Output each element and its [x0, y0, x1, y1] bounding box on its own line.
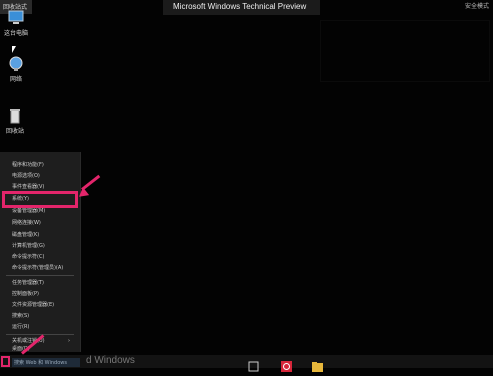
menu-item-command-prompt-admin[interactable]: 命令提示符(管理员)(A) — [12, 265, 63, 272]
network-desktop-icon[interactable]: 网络 — [0, 56, 33, 83]
recycle-bin-label: 回收站 — [5, 128, 24, 135]
recycle-bin-desktop-icon[interactable]: 回收站 — [0, 108, 32, 135]
menu-item-task-manager[interactable]: 任务管理器(T) — [12, 280, 44, 287]
menu-item-disk-management[interactable]: 磁盘管理(K) — [12, 232, 39, 239]
menu-item-run[interactable]: 运行(R) — [12, 324, 29, 331]
menu-item-file-explorer[interactable]: 文件资源管理器(E) — [12, 302, 54, 309]
window-ghost — [320, 20, 490, 82]
app-icon[interactable] — [281, 357, 292, 372]
mouse-cursor-icon — [12, 46, 16, 53]
menu-item-device-manager[interactable]: 设备管理器(M) — [12, 208, 45, 215]
network-icon — [7, 56, 25, 72]
task-view-icon[interactable] — [248, 357, 259, 372]
file-explorer-icon[interactable] — [312, 357, 323, 372]
window-title: Microsoft Windows Technical Preview — [173, 2, 307, 11]
this-pc-desktop-icon[interactable]: 这台电脑 — [0, 10, 33, 37]
window-titlebar[interactable]: Microsoft Windows Technical Preview — [163, 0, 320, 15]
search-text: 搜索 Web 和 Windows — [14, 360, 67, 366]
network-label: 网络 — [9, 76, 22, 83]
highlight-box-system — [2, 191, 78, 208]
submenu-chevron-icon: › — [68, 338, 70, 344]
menu-item-computer-management[interactable]: 计算机管理(G) — [12, 243, 45, 250]
menu-item-event-viewer[interactable]: 事件查看器(V) — [12, 184, 44, 191]
start-button[interactable] — [1, 356, 10, 367]
menu-item-network-connections[interactable]: 网络连接(W) — [12, 220, 41, 227]
menu-item-command-prompt[interactable]: 命令提示符(C) — [12, 254, 44, 261]
menu-item-programs-features[interactable]: 程序和功能(F) — [12, 162, 44, 169]
menu-item-power-options[interactable]: 电源选项(O) — [12, 173, 40, 180]
recycle-bin-icon — [6, 108, 24, 124]
this-pc-label: 这台电脑 — [3, 30, 28, 37]
safe-mode-label: 安全模式 — [464, 3, 489, 10]
taskbar-search-box[interactable]: 搜索 Web 和 Windows — [12, 358, 80, 367]
winx-context-menu: 程序和功能(F) 电源选项(O) 事件查看器(V) 系统(Y) 设备管理器(M)… — [0, 152, 81, 352]
menu-item-search[interactable]: 搜索(S) — [12, 313, 29, 320]
menu-separator — [6, 275, 74, 276]
menu-item-control-panel[interactable]: 控制面板(P) — [12, 291, 39, 298]
annotation-arrow — [81, 174, 101, 191]
computer-icon — [7, 10, 25, 26]
taskbar-windows-text: d Windows — [86, 355, 135, 366]
